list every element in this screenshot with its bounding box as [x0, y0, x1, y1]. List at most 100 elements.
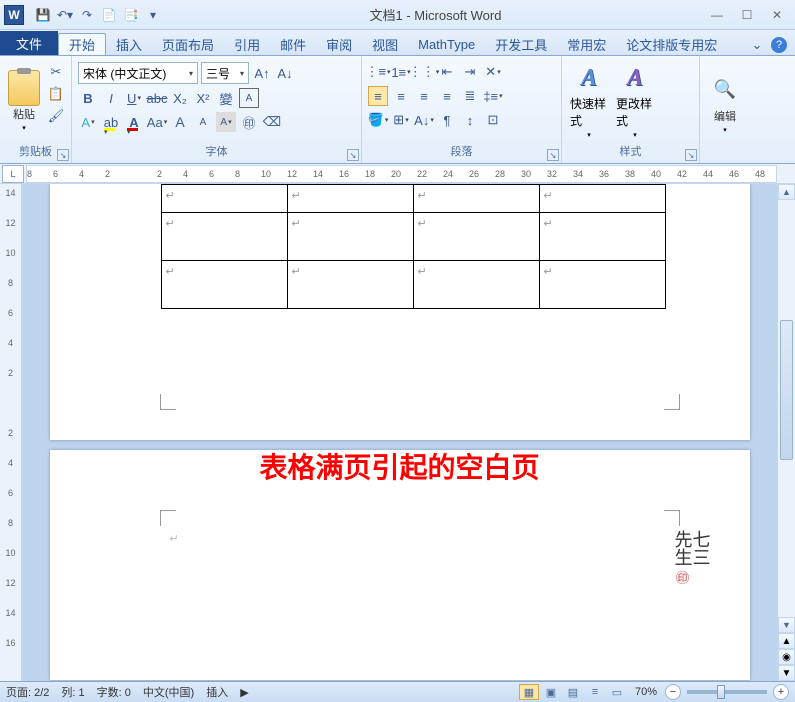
- horizontal-ruler[interactable]: 8642246810121416182022242628303234363840…: [26, 165, 777, 183]
- cut-icon[interactable]: ✂: [46, 62, 66, 82]
- clear-formatting-icon[interactable]: ⌫: [262, 112, 282, 132]
- vertical-ruler[interactable]: 1412108642246810121416: [0, 184, 22, 681]
- para-extra-icon[interactable]: ⊡: [483, 110, 503, 130]
- table-row[interactable]: ↵↵↵↵: [161, 213, 665, 261]
- decrease-indent-icon[interactable]: ⇤: [437, 62, 457, 82]
- distributed-icon[interactable]: ≣: [460, 86, 480, 106]
- tab-mailings[interactable]: 邮件: [270, 33, 316, 55]
- text-direction-icon[interactable]: ↕: [460, 110, 480, 130]
- align-center-icon[interactable]: ≡: [391, 86, 411, 106]
- status-column[interactable]: 列: 1: [61, 684, 84, 700]
- bullets-icon[interactable]: ⋮≡: [368, 62, 388, 82]
- scroll-track[interactable]: [778, 200, 795, 617]
- clipboard-launcher[interactable]: ↘: [57, 149, 69, 161]
- view-web-icon[interactable]: ▤: [563, 684, 583, 700]
- view-outline-icon[interactable]: ≡: [585, 684, 605, 700]
- text-effects-icon[interactable]: A: [78, 112, 98, 132]
- qat-more-icon[interactable]: ▾: [144, 6, 162, 24]
- character-border-icon[interactable]: A: [239, 88, 259, 108]
- zoom-percent[interactable]: 70%: [629, 686, 663, 698]
- save-icon[interactable]: 💾: [34, 6, 52, 24]
- font-launcher[interactable]: ↘: [347, 149, 359, 161]
- view-fullscreen-icon[interactable]: ▣: [541, 684, 561, 700]
- char-shading-icon[interactable]: A: [216, 112, 236, 132]
- enclose-char-icon[interactable]: ㊞: [239, 112, 259, 132]
- multilevel-list-icon[interactable]: ⋮⋮: [414, 62, 434, 82]
- tab-developer[interactable]: 开发工具: [485, 33, 557, 55]
- tab-review[interactable]: 审阅: [316, 33, 362, 55]
- file-tab[interactable]: 文件: [0, 31, 58, 55]
- prev-page-icon[interactable]: ▲: [778, 633, 795, 649]
- font-size-select[interactable]: 三号▾: [201, 62, 249, 84]
- line-spacing-icon[interactable]: ‡≡: [483, 86, 503, 106]
- table-row[interactable]: ↵↵↵↵: [161, 185, 665, 213]
- minimize-ribbon-icon[interactable]: ⌄: [747, 35, 767, 55]
- view-print-layout-icon[interactable]: ▦: [519, 684, 539, 700]
- ruler-corner[interactable]: L: [2, 165, 24, 183]
- font-color-icon[interactable]: A: [124, 112, 144, 132]
- grow-font2-icon[interactable]: A: [170, 112, 190, 132]
- status-words[interactable]: 字数: 0: [97, 684, 131, 700]
- redo-icon[interactable]: ↷: [78, 6, 96, 24]
- paragraph-launcher[interactable]: ↘: [547, 149, 559, 161]
- tab-mathtype[interactable]: MathType: [408, 33, 485, 55]
- status-insert-mode[interactable]: 插入: [206, 684, 228, 700]
- browse-object-icon[interactable]: ◉: [778, 649, 795, 665]
- view-draft-icon[interactable]: ▭: [607, 684, 627, 700]
- subscript-button[interactable]: X₂: [170, 88, 190, 108]
- editing-button[interactable]: 🔍 编辑 ▾: [706, 62, 744, 145]
- tab-macros[interactable]: 常用宏: [557, 33, 616, 55]
- change-case-icon[interactable]: Aa: [147, 112, 167, 132]
- next-page-icon[interactable]: ▼: [778, 665, 795, 681]
- zoom-slider[interactable]: [687, 690, 767, 694]
- paste-button[interactable]: 粘贴 ▾: [6, 62, 42, 141]
- shading-icon[interactable]: 🪣: [368, 110, 388, 130]
- italic-button[interactable]: I: [101, 88, 121, 108]
- status-page[interactable]: 页面: 2/2: [6, 684, 49, 700]
- zoom-handle[interactable]: [717, 685, 725, 699]
- borders-icon[interactable]: ⊞: [391, 110, 411, 130]
- scroll-up-icon[interactable]: ▲: [778, 184, 795, 200]
- zoom-in-button[interactable]: +: [773, 684, 789, 700]
- pages-viewport[interactable]: ↵↵↵↵ ↵↵↵↵ ↵↵↵↵ 表格满页引起的空白页 ↵ 七三 先生 ㊞: [22, 184, 777, 681]
- status-macro-icon[interactable]: ▶: [240, 686, 248, 699]
- qat-extra-icon[interactable]: 📄: [100, 6, 118, 24]
- show-marks-icon[interactable]: ¶: [437, 110, 457, 130]
- close-button[interactable]: ✕: [763, 5, 791, 25]
- format-painter-icon[interactable]: 🖌: [46, 106, 66, 126]
- font-name-select[interactable]: 宋体 (中文正文)▾: [78, 62, 198, 84]
- tab-layout[interactable]: 页面布局: [152, 33, 224, 55]
- status-language[interactable]: 中文(中国): [143, 684, 194, 700]
- justify-icon[interactable]: ≡: [437, 86, 457, 106]
- minimize-button[interactable]: —: [703, 5, 731, 25]
- maximize-button[interactable]: ☐: [733, 5, 761, 25]
- styles-launcher[interactable]: ↘: [685, 149, 697, 161]
- quick-styles-button[interactable]: A 快速样式 ▾: [568, 62, 610, 141]
- zoom-out-button[interactable]: −: [665, 684, 681, 700]
- phonetic-guide-icon[interactable]: 變: [216, 88, 236, 108]
- shrink-font2-icon[interactable]: A: [193, 112, 213, 132]
- scroll-down-icon[interactable]: ▼: [778, 617, 795, 633]
- undo-icon[interactable]: ↶▾: [56, 6, 74, 24]
- align-right-icon[interactable]: ≡: [414, 86, 434, 106]
- document-table[interactable]: ↵↵↵↵ ↵↵↵↵ ↵↵↵↵: [161, 184, 666, 309]
- grow-font-icon[interactable]: A↑: [252, 63, 272, 83]
- tab-thesis-macros[interactable]: 论文排版专用宏: [616, 33, 727, 55]
- align-left-icon[interactable]: ≡: [368, 86, 388, 106]
- tab-view[interactable]: 视图: [362, 33, 408, 55]
- shrink-font-icon[interactable]: A↓: [275, 63, 295, 83]
- tab-references[interactable]: 引用: [224, 33, 270, 55]
- underline-button[interactable]: U: [124, 88, 144, 108]
- increase-indent-icon[interactable]: ⇥: [460, 62, 480, 82]
- asian-layout-icon[interactable]: ✕: [483, 62, 503, 82]
- vertical-scrollbar[interactable]: ▲ ▼ ▲ ◉ ▼: [777, 184, 795, 681]
- copy-icon[interactable]: 📋: [46, 84, 66, 104]
- bold-button[interactable]: B: [78, 88, 98, 108]
- help-icon[interactable]: ?: [771, 37, 787, 53]
- qat-extra2-icon[interactable]: 📑: [122, 6, 140, 24]
- tab-insert[interactable]: 插入: [106, 33, 152, 55]
- tab-home[interactable]: 开始: [58, 33, 106, 55]
- scroll-thumb[interactable]: [780, 320, 793, 460]
- highlight-color-icon[interactable]: ab: [101, 112, 121, 132]
- sort-icon[interactable]: A↓: [414, 110, 434, 130]
